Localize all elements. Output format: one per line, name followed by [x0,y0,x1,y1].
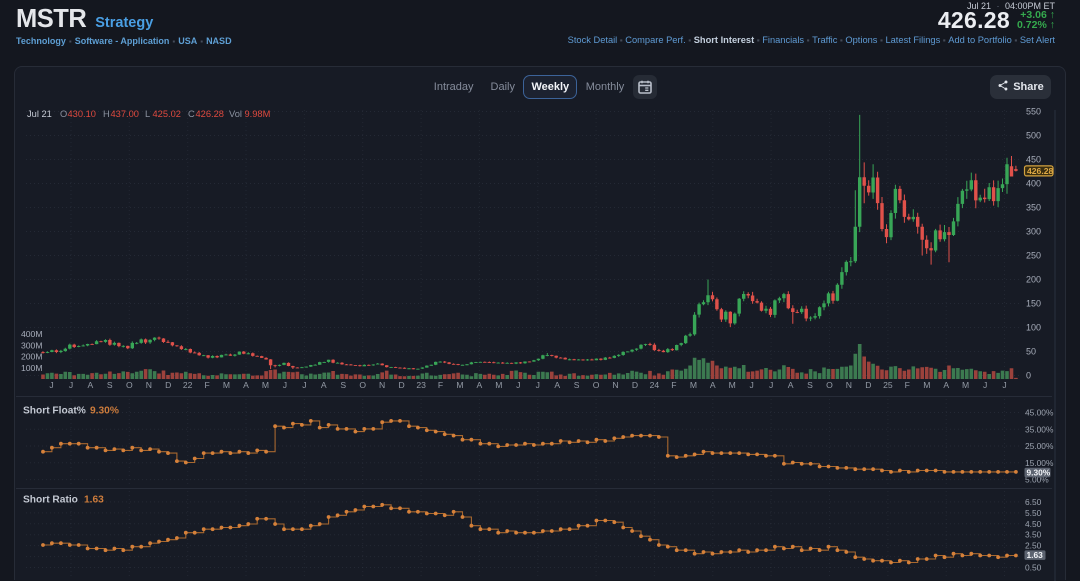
svg-text:J: J [750,380,754,390]
svg-text:400: 400 [1026,179,1041,189]
svg-text:J: J [1002,380,1006,390]
svg-text:M: M [223,380,230,390]
svg-text:550: 550 [1026,107,1041,117]
svg-text:O: O [359,380,366,390]
svg-text:200M: 200M [21,352,43,362]
svg-text:437.00: 437.00 [111,109,139,119]
svg-text:F: F [438,380,443,390]
svg-text:5.50: 5.50 [1025,508,1042,518]
svg-text:J: J [536,380,540,390]
svg-text:F: F [905,380,910,390]
svg-text:426.28: 426.28 [1027,166,1054,176]
svg-text:J: J [983,380,987,390]
svg-text:300: 300 [1026,227,1041,237]
svg-text:250: 250 [1026,251,1041,261]
svg-text:S: S [340,380,346,390]
svg-text:O: O [826,380,833,390]
svg-text:A: A [243,380,249,390]
svg-text:M: M [729,380,736,390]
svg-text:24: 24 [650,380,660,390]
svg-text:15.00%: 15.00% [1025,458,1054,468]
svg-text:A: A [321,380,327,390]
svg-text:J: J [49,380,53,390]
svg-text:425.02: 425.02 [153,109,181,119]
svg-text:45.00%: 45.00% [1025,408,1054,418]
svg-text:430.10: 430.10 [68,109,96,119]
svg-text:J: J [69,380,73,390]
svg-text:1.63: 1.63 [1027,550,1044,560]
svg-text:2.50: 2.50 [1025,541,1042,551]
svg-text:25.00%: 25.00% [1025,441,1054,451]
svg-text:O: O [126,380,133,390]
svg-text:Short Float%: Short Float% [23,406,86,417]
svg-text:200: 200 [1026,275,1041,285]
svg-text:D: D [632,380,638,390]
svg-text:300M: 300M [21,340,43,350]
svg-text:A: A [710,380,716,390]
svg-text:M: M [923,380,930,390]
svg-text:D: D [165,380,171,390]
svg-text:J: J [283,380,287,390]
svg-text:0.50: 0.50 [1025,563,1042,573]
svg-text:A: A [788,380,794,390]
svg-text:426.28: 426.28 [196,109,224,119]
svg-text:9.30%: 9.30% [90,406,119,417]
svg-text:0: 0 [1026,371,1031,381]
svg-text:Short Ratio: Short Ratio [23,495,78,506]
svg-text:N: N [379,380,385,390]
svg-text:22: 22 [183,380,193,390]
svg-text:F: F [204,380,209,390]
svg-text:23: 23 [416,380,426,390]
svg-text:100M: 100M [21,363,43,373]
svg-text:S: S [107,380,113,390]
svg-text:50: 50 [1026,347,1036,357]
svg-text:100: 100 [1026,323,1041,333]
svg-text:Vol: Vol [229,109,242,119]
svg-text:M: M [262,380,269,390]
svg-text:450: 450 [1026,155,1041,165]
svg-text:35.00%: 35.00% [1025,424,1054,434]
svg-text:3.50: 3.50 [1025,530,1042,540]
svg-text:O: O [60,109,67,119]
svg-text:S: S [574,380,580,390]
svg-text:N: N [612,380,618,390]
svg-text:A: A [88,380,94,390]
svg-text:S: S [807,380,813,390]
svg-text:1.63: 1.63 [84,495,104,506]
svg-text:L: L [145,109,150,119]
svg-text:N: N [146,380,152,390]
svg-text:M: M [495,380,502,390]
svg-text:A: A [477,380,483,390]
svg-text:9.98M: 9.98M [245,109,271,119]
svg-text:Jul 21: Jul 21 [27,109,52,119]
svg-text:C: C [188,109,195,119]
svg-text:M: M [690,380,697,390]
svg-text:D: D [398,380,404,390]
svg-text:M: M [456,380,463,390]
svg-text:4.50: 4.50 [1025,519,1042,529]
svg-text:6.50: 6.50 [1025,497,1042,507]
svg-text:A: A [554,380,560,390]
svg-text:N: N [846,380,852,390]
svg-text:500: 500 [1026,131,1041,141]
svg-text:H: H [103,109,110,119]
svg-text:A: A [943,380,949,390]
svg-text:F: F [671,380,676,390]
svg-text:O: O [593,380,600,390]
svg-text:J: J [302,380,306,390]
svg-text:150: 150 [1026,299,1041,309]
svg-text:400M: 400M [21,329,43,339]
svg-text:J: J [516,380,520,390]
svg-text:25: 25 [883,380,893,390]
svg-text:9.30%: 9.30% [1027,467,1051,477]
svg-text:J: J [769,380,773,390]
svg-text:M: M [962,380,969,390]
svg-text:D: D [865,380,871,390]
svg-text:350: 350 [1026,203,1041,213]
